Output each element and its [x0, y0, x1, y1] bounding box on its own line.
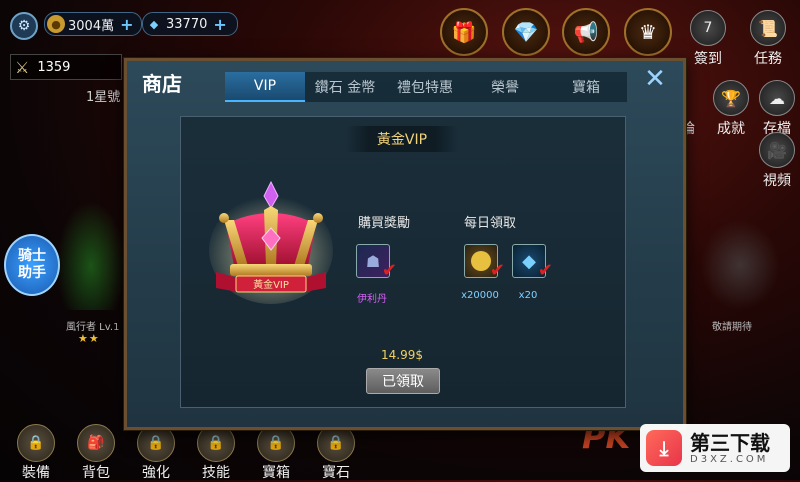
- bottom-nav-label: 寶石: [322, 465, 350, 481]
- gold-counter: ● 3004萬 +: [44, 12, 142, 36]
- purchase-reward-title: 購買獎勵: [358, 216, 411, 231]
- sign-in-button[interactable]: 7 簽到: [686, 10, 730, 68]
- watermark-badge: ⤓ 第三下载 D3XZ.COM: [640, 424, 790, 472]
- quest-label: 任務: [754, 51, 782, 67]
- shop-title: 商店: [142, 72, 182, 96]
- megaphone-icon[interactable]: 📢: [562, 8, 610, 56]
- helper-line-1: 骑士: [18, 248, 46, 264]
- bottom-nav-skills[interactable]: 🔒 技能: [192, 424, 240, 482]
- reward-diamond-icon[interactable]: ◆ ✔: [512, 244, 553, 281]
- crown-icon: 黃金VIP: [209, 180, 333, 304]
- gold-coin-icon: [471, 251, 491, 271]
- achievements-button[interactable]: 🏆 成就: [712, 80, 750, 138]
- knight-helper-button[interactable]: 骑士 助手: [4, 234, 60, 296]
- combat-power: ⚔ 1359: [10, 54, 122, 80]
- treasure-chest-icon[interactable]: 💎: [502, 8, 550, 56]
- achievements-label: 成就: [717, 121, 745, 137]
- reward-diamond-label: x20: [518, 290, 538, 301]
- reward-gold-icon[interactable]: ✔: [464, 244, 505, 281]
- tab-vip[interactable]: VIP: [225, 72, 305, 102]
- bottom-nav-label: 寶箱: [262, 465, 290, 481]
- bottom-nav-gems[interactable]: 🔒 寶石: [312, 424, 360, 482]
- reward-gold-label: x20000: [461, 290, 499, 301]
- sign-in-label: 簽到: [694, 51, 722, 67]
- combat-power-value: 1359: [37, 59, 71, 75]
- trophy-icon: 🏆: [713, 80, 749, 116]
- gold-amount: 3004萬: [68, 18, 115, 34]
- bottom-nav-label: 裝備: [22, 465, 50, 481]
- slot-machine-icon: 7: [690, 10, 726, 46]
- demon-hunter-icon: ☗: [365, 251, 381, 271]
- add-gold-button[interactable]: +: [120, 15, 133, 34]
- save-button[interactable]: ☁ 存檔: [758, 80, 796, 138]
- watermark-domain: D3XZ.COM: [690, 453, 769, 465]
- bottom-nav-bag[interactable]: 🎒 背包: [72, 424, 120, 482]
- download-logo-icon: ⤓: [646, 430, 682, 466]
- locked-character-silhouette: [700, 220, 780, 310]
- vip-tier-header: 黃金VIP: [346, 126, 458, 152]
- lock-icon: 🔒: [17, 424, 55, 462]
- claimed-checkmark-icon: ✔: [489, 260, 505, 281]
- reward-illidan-label: 伊利丹: [357, 294, 387, 305]
- diamond-amount: 33770: [166, 16, 208, 32]
- claimed-checkmark-icon: ✔: [537, 260, 553, 281]
- video-camera-icon: 🎥: [759, 132, 795, 168]
- bag-icon: 🎒: [77, 424, 115, 462]
- bottom-nav-label: 強化: [142, 465, 170, 481]
- vip-crown-icon[interactable]: ♛: [624, 8, 672, 56]
- gift-box-icon[interactable]: 🎁: [440, 8, 488, 56]
- cloud-save-icon: ☁: [759, 80, 795, 116]
- settings-gear-icon[interactable]: ⚙: [10, 12, 38, 40]
- diamond-counter: ◆ 33770 +: [142, 12, 238, 36]
- video-button[interactable]: 🎥 視頻: [758, 132, 796, 190]
- bottom-nav-label: 技能: [202, 465, 230, 481]
- reward-illidan-icon[interactable]: ☗ ✔: [356, 244, 397, 281]
- diamond-icon: ◆: [149, 17, 159, 31]
- watermark-brand: 第三下载: [690, 430, 770, 455]
- helper-line-2: 助手: [18, 265, 46, 281]
- crossed-swords-icon: ⚔: [15, 57, 30, 77]
- scroll-icon: 📜: [750, 10, 786, 46]
- claimed-button[interactable]: 已領取: [366, 368, 440, 394]
- vip-price: 14.99$: [381, 348, 423, 362]
- character-name-label: 風行者 Lv.1: [66, 322, 120, 333]
- diamond-icon: ◆: [522, 250, 536, 272]
- claimed-checkmark-icon: ✔: [381, 260, 397, 281]
- quest-button[interactable]: 📜 任務: [746, 10, 790, 68]
- crown-ribbon-text: 黃金VIP: [253, 278, 289, 291]
- tab-diamonds-gold[interactable]: 鑽石 金幣: [305, 72, 385, 102]
- character-stars: ★★: [78, 332, 100, 345]
- gold-coin-icon: ●: [47, 15, 65, 33]
- video-label: 視頻: [763, 173, 791, 189]
- daily-reward-title: 每日領取: [464, 216, 517, 231]
- bottom-nav-enhance[interactable]: 🔒 強化: [132, 424, 180, 482]
- tab-honor[interactable]: 榮譽: [465, 72, 545, 102]
- add-diamond-button[interactable]: +: [213, 15, 226, 34]
- bottom-nav-equipment[interactable]: 🔒 裝備: [12, 424, 60, 482]
- tab-pack-deals[interactable]: 禮包特惠: [385, 72, 465, 102]
- close-icon[interactable]: ✕: [642, 66, 668, 92]
- coming-soon-label: 敬請期待: [712, 322, 752, 333]
- bottom-nav-label: 背包: [82, 465, 110, 481]
- tab-chest[interactable]: 寶箱: [545, 72, 627, 102]
- character-silhouette: [56, 200, 126, 310]
- vip-crown-image: 黃金VIP: [208, 180, 334, 306]
- star-level-label: 1星號: [86, 90, 121, 105]
- bottom-nav-chest[interactable]: 🔒 寶箱: [252, 424, 300, 482]
